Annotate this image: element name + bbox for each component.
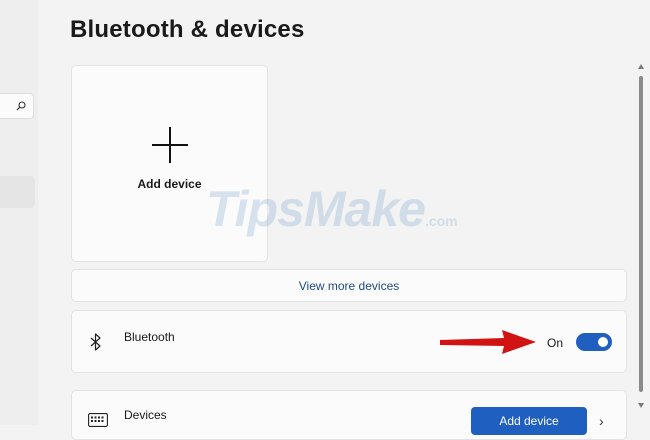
watermark-suffix: .com — [424, 213, 458, 229]
bluetooth-state-label: On — [547, 336, 564, 350]
search-icon — [16, 101, 26, 111]
page-title: Bluetooth & devices — [70, 16, 305, 43]
view-more-devices-link[interactable]: View more devices — [299, 279, 400, 293]
scrollbar-thumb[interactable] — [639, 76, 643, 392]
sidebar-item-selected[interactable] — [0, 176, 35, 208]
add-device-button[interactable]: Add device — [471, 407, 587, 435]
devices-row: Devices Add device › — [71, 390, 627, 440]
bluetooth-icon — [90, 333, 101, 351]
annotation-arrow-icon — [440, 330, 536, 354]
devices-label: Devices — [124, 408, 167, 422]
sidebar-search-button[interactable] — [0, 93, 34, 119]
sidebar — [0, 0, 38, 425]
add-device-tile-label: Add device — [137, 176, 202, 191]
watermark-brand: TipsMake — [206, 181, 426, 237]
watermark: TipsMake.com — [206, 180, 458, 238]
toggle-knob — [598, 337, 608, 347]
scroll-up-arrow-icon[interactable] — [638, 64, 644, 69]
bluetooth-row: Bluetooth On — [71, 310, 627, 373]
scroll-down-arrow-icon[interactable] — [638, 403, 644, 408]
chevron-right-icon[interactable]: › — [599, 413, 604, 429]
bluetooth-label: Bluetooth — [124, 330, 175, 344]
view-more-devices-card[interactable]: View more devices — [71, 269, 627, 302]
bluetooth-toggle[interactable] — [576, 333, 612, 351]
plus-icon — [151, 126, 188, 163]
